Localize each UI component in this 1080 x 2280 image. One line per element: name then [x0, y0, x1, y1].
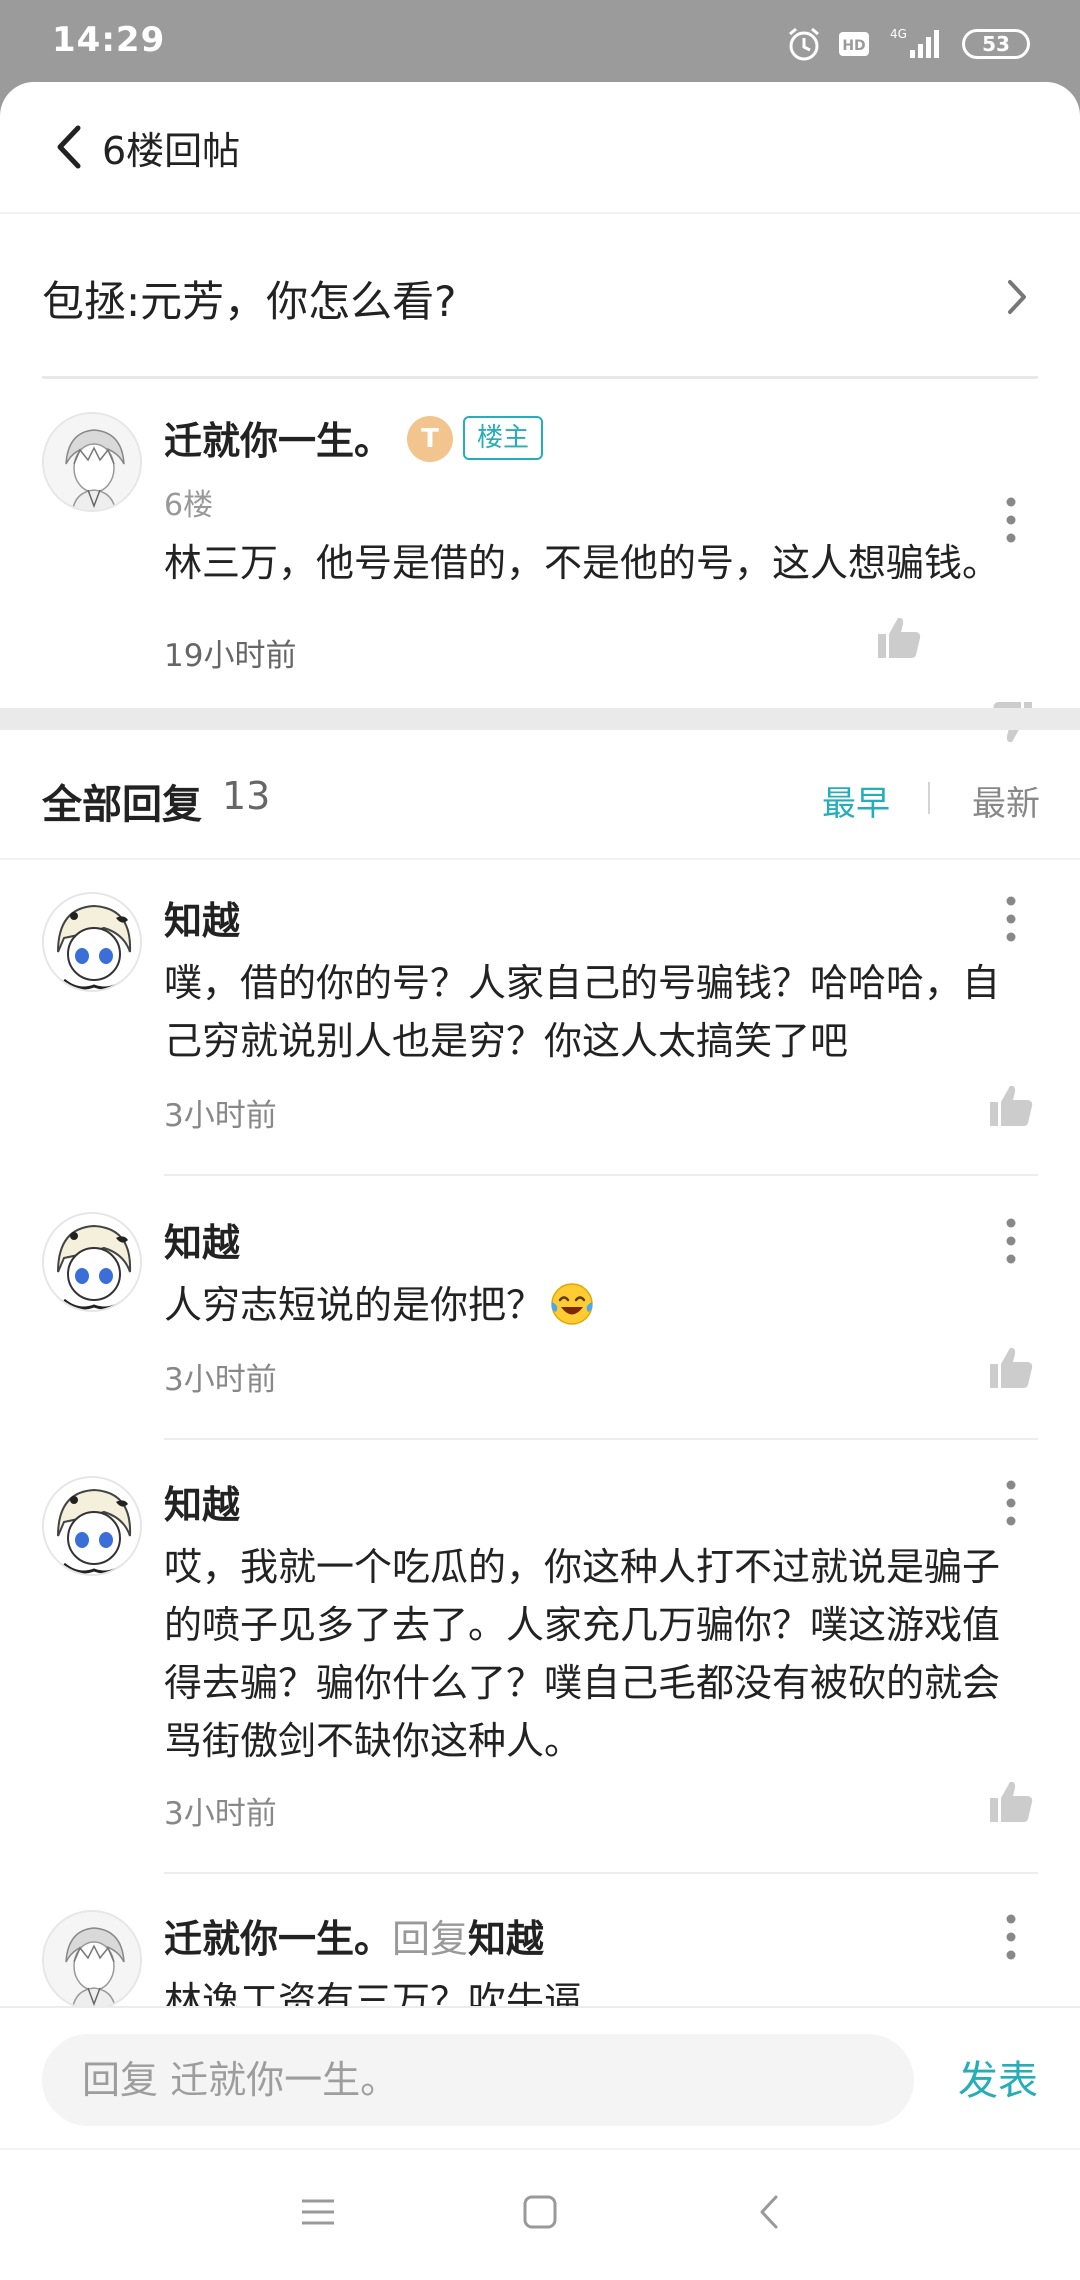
reply-content: 哎，我就一个吃瓜的，你这种人打不过就说是骗子的喷子见多了去了。人家充几万骗你？噗… [164, 1545, 1001, 1763]
reply-to-user[interactable]: 知越 [468, 1917, 544, 1961]
reply-author[interactable]: 知越 [164, 1474, 240, 1529]
avatar[interactable] [42, 1212, 142, 1312]
reply-thread-sheet: 6楼回帖 包拯:元芳，你怎么看? 迁就你一生。 T 楼主 6楼 林三万，他号是借… [0, 82, 1080, 2280]
home-icon[interactable] [522, 2194, 558, 2230]
thumbs-up-icon[interactable] [988, 1778, 1034, 1824]
coin-badge-label: T [421, 424, 439, 454]
sort-earliest-tab[interactable]: 最早 [822, 776, 890, 825]
reply-content: 噗，借的你的号？人家自己的号骗钱？哈哈哈，自己穷就说别人也是穷？你这人太搞笑了吧 [164, 961, 1001, 1063]
back-arrow-icon[interactable] [50, 122, 90, 172]
reply-content-text: 人穷志短说的是你把？ [164, 1283, 545, 1327]
post-author[interactable]: 迁就你一生。 [164, 410, 392, 465]
menu-icon[interactable] [300, 2194, 336, 2230]
clock: 14:29 [52, 20, 166, 60]
coin-badge-icon: T [407, 416, 453, 462]
reply-author-name: 迁就你一生。 [164, 1917, 393, 1961]
thread-title: 包拯:元芳，你怎么看? [42, 277, 457, 326]
sort-separator [928, 782, 930, 814]
reply-to-label: 回复 [392, 1917, 469, 1961]
avatar[interactable] [42, 412, 142, 512]
divider [164, 1438, 1038, 1440]
host-badge: 楼主 [463, 416, 544, 460]
laughing-tears-emoji-icon [551, 1283, 593, 1325]
hd-label: HD [842, 38, 865, 54]
chevron-right-icon [1008, 280, 1026, 314]
reply-input[interactable] [42, 2034, 914, 2126]
page-title: 6楼回帖 [102, 129, 241, 173]
thread-link[interactable]: 包拯:元芳，你怎么看? [0, 216, 1080, 376]
more-options-icon[interactable] [1001, 1912, 1021, 1962]
reply-time: 3小时前 [164, 1098, 277, 1134]
status-icons: HD 4G 53 [786, 24, 1030, 64]
more-options-icon[interactable] [1001, 1478, 1021, 1528]
thumbs-up-icon[interactable] [988, 1082, 1034, 1128]
reply-author[interactable]: 知越 [164, 890, 240, 945]
divider [42, 376, 1038, 379]
reply-time: 3小时前 [164, 1796, 277, 1832]
divider [164, 1174, 1038, 1176]
floor-number: 6楼 [164, 488, 214, 523]
battery-icon: 53 [962, 29, 1030, 59]
more-options-icon[interactable] [1001, 894, 1021, 944]
thumbs-up-icon[interactable] [988, 1344, 1034, 1390]
back-icon[interactable] [752, 2194, 788, 2230]
thumbs-up-icon[interactable] [876, 614, 922, 660]
signal-icon: 4G [890, 27, 939, 58]
system-nav-bar [0, 2148, 1080, 2280]
alarm-icon [789, 27, 819, 61]
post-time: 19小时前 [164, 638, 297, 674]
reply-author[interactable]: 知越 [164, 1212, 240, 1267]
more-options-icon[interactable] [1001, 1216, 1021, 1266]
post-content: 林三万，他号是借的，不是他的号，这人想骗钱。 [164, 541, 1001, 585]
reply-author[interactable]: 迁就你一生。回复知越 [164, 1908, 544, 1963]
avatar[interactable] [42, 1910, 142, 2010]
replies-count: 13 [222, 774, 271, 818]
status-bar: 14:29 HD 4G 53 [0, 0, 1080, 84]
avatar[interactable] [42, 1476, 142, 1576]
network-label: 4G [890, 27, 907, 41]
sort-latest-tab[interactable]: 最新 [972, 776, 1040, 825]
compose-bar: 发表 [0, 2006, 1080, 2146]
battery-level: 53 [982, 32, 1010, 56]
avatar[interactable] [42, 892, 142, 992]
replies-title: 全部回复 [42, 782, 202, 828]
replies-header: 全部回复 13 最早 最新 [0, 730, 1080, 860]
reply-content: 人穷志短说的是你把？ [164, 1276, 1036, 1334]
section-divider [0, 708, 1080, 730]
submit-button[interactable]: 发表 [958, 2048, 1038, 2106]
divider [164, 1872, 1038, 1874]
header: 6楼回帖 [0, 82, 1080, 214]
hd-icon: HD [839, 32, 869, 56]
reply-time: 3小时前 [164, 1362, 277, 1398]
